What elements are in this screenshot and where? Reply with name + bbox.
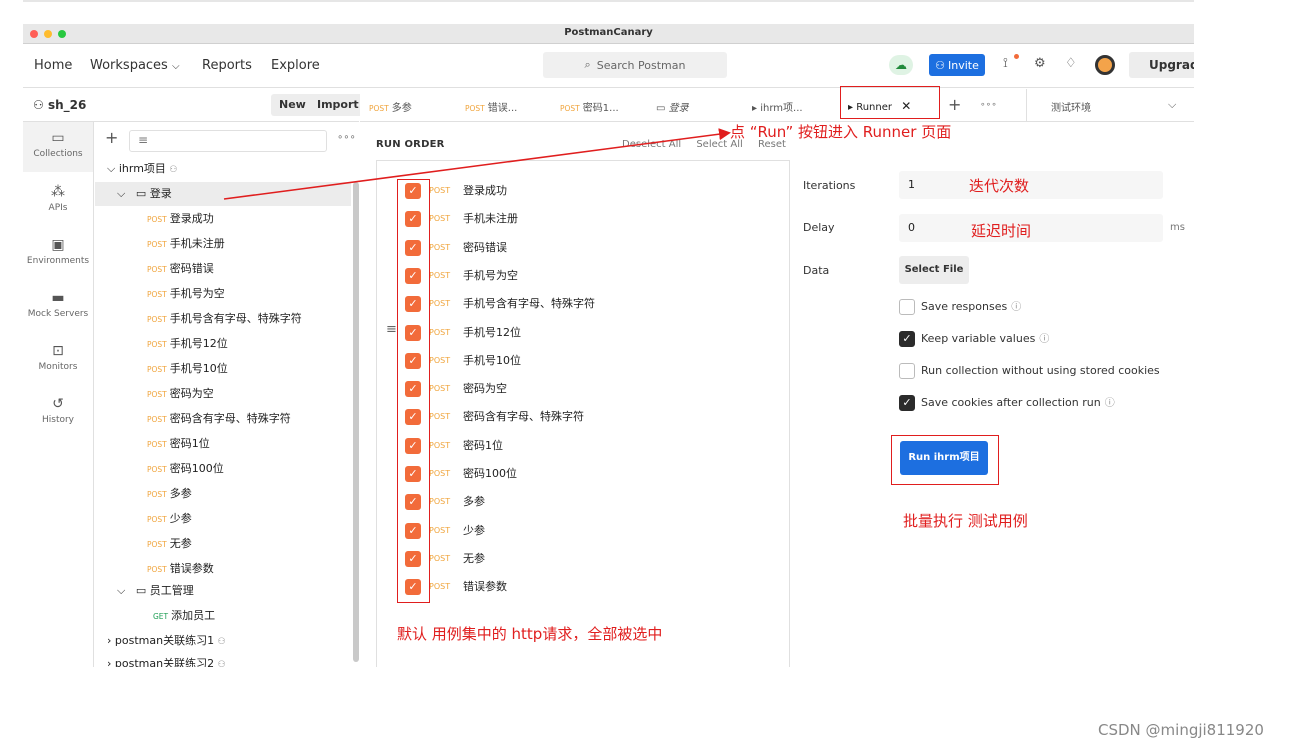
annotation-default-selected: 默认 用例集中的 http请求，全部被选中 [397,625,663,643]
annotation-iterations: 迭代次数 [969,177,1030,195]
screenshot-page: PostmanCanary Home Workspaces ⌵ Reports … [0,0,1291,750]
watermark: CSDN @mingji811920 [1098,721,1264,739]
annotation-batch-run: 批量执行 测试用例 [903,512,1028,530]
annotation-delay: 延迟时间 [971,222,1032,240]
annotation-runner-hint: 点 “Run” 按钮进入 Runner 页面 [730,123,952,141]
